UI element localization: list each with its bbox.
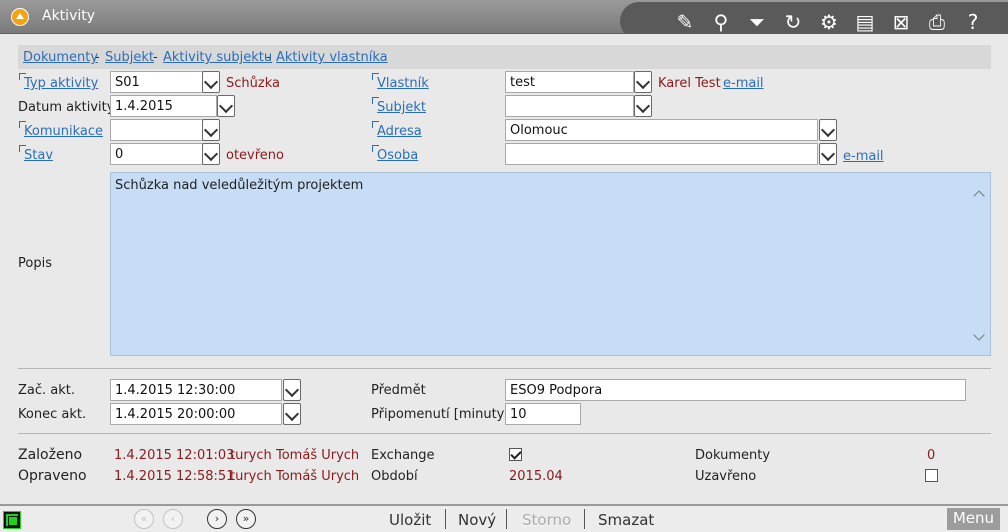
- obdobi-value: 2015.04: [509, 469, 563, 484]
- pripomenuti-label: Připomenutí [minuty]: [371, 407, 510, 422]
- zalozeno-name: Tomáš Urych: [276, 448, 360, 463]
- obdobi-label: Období: [371, 469, 418, 484]
- komunikace-dropdown-button[interactable]: [202, 119, 220, 141]
- komunikace-label[interactable]: Komunikace: [19, 121, 103, 139]
- delete-button[interactable]: Smazat: [598, 511, 654, 529]
- footer-bar: « ‹ › » Uložit Nový Storno Smazat Menu: [0, 504, 1008, 532]
- search-icon[interactable]: ⚲: [708, 10, 734, 34]
- uzavreno-checkbox[interactable]: [925, 469, 938, 482]
- link-separator: -: [95, 50, 100, 65]
- stav-input[interactable]: 0: [110, 143, 203, 165]
- stav-dropdown-button[interactable]: [202, 143, 220, 165]
- vlastnik-dropdown-button[interactable]: [634, 71, 652, 93]
- opraveno-name: Tomáš Urych: [276, 469, 360, 484]
- komunikace-input[interactable]: [110, 119, 203, 141]
- osoba-dropdown-button[interactable]: [819, 143, 837, 165]
- opraveno-date: 1.4.2015 12:58:51: [114, 469, 235, 484]
- zalozeno-date: 1.4.2015 12:01:03: [114, 448, 235, 463]
- help-icon[interactable]: ?: [960, 10, 986, 34]
- vlastnik-label[interactable]: Vlastník: [372, 73, 429, 91]
- menu-button[interactable]: Menu: [946, 508, 1000, 530]
- adresa-input[interactable]: Olomouc: [505, 119, 818, 141]
- scroll-up-icon[interactable]: [974, 189, 984, 199]
- app-up-arrow-icon[interactable]: [11, 8, 29, 26]
- popis-text: Schůzka nad veledůležitým projektem: [115, 178, 364, 193]
- popis-textarea[interactable]: Schůzka nad veledůležitým projektem: [110, 172, 991, 356]
- last-record-icon[interactable]: »: [236, 509, 256, 529]
- cancel-button[interactable]: Storno: [522, 511, 571, 529]
- dokumenty-label: Dokumenty: [695, 448, 771, 463]
- osoba-label[interactable]: Osoba: [371, 145, 418, 163]
- scroll-down-icon[interactable]: [974, 333, 984, 343]
- save-button[interactable]: Uložit: [389, 511, 431, 529]
- dokumenty-count: 0: [927, 448, 936, 463]
- zac-akt-dropdown-button[interactable]: [283, 379, 301, 401]
- status-indicator-icon: [3, 511, 21, 529]
- vlastnik-email-link[interactable]: e-mail: [723, 76, 764, 91]
- datum-aktivity-dropdown-button[interactable]: [217, 95, 235, 117]
- link-aktivity-vlastnika[interactable]: Aktivity vlastníka: [276, 50, 388, 65]
- print-icon[interactable]: ⎙: [924, 10, 950, 34]
- vlastnik-text: Karel Test: [658, 76, 721, 91]
- subjekt-dropdown-button[interactable]: [634, 95, 652, 117]
- zac-akt-label: Zač. akt.: [18, 383, 76, 398]
- exchange-checkbox[interactable]: [509, 448, 522, 461]
- popis-label: Popis: [18, 256, 52, 271]
- new-button[interactable]: Nový: [458, 511, 496, 529]
- osoba-input[interactable]: [505, 143, 818, 165]
- first-record-icon[interactable]: «: [134, 509, 154, 529]
- opraveno-label: Opraveno: [18, 468, 87, 484]
- form-area: Dokumenty - Subjekt - Aktivity subjektu …: [0, 34, 1008, 504]
- document-icon[interactable]: ▤: [852, 10, 878, 34]
- excel-icon[interactable]: ⊠: [888, 10, 914, 34]
- pripomenuti-input[interactable]: 10: [505, 403, 581, 425]
- link-subjekt[interactable]: Subjekt: [105, 50, 154, 65]
- konec-akt-label: Konec akt.: [18, 407, 87, 422]
- link-separator: -: [266, 50, 271, 65]
- osoba-email-link[interactable]: e-mail: [843, 149, 884, 164]
- datum-aktivity-label: Datum aktivity: [18, 100, 115, 115]
- refresh-icon[interactable]: ↻: [780, 10, 806, 34]
- predmet-label: Předmět: [371, 383, 426, 398]
- opraveno-user: turych: [230, 469, 272, 484]
- typ-aktivity-dropdown-button[interactable]: [202, 71, 220, 93]
- konec-akt-input[interactable]: 1.4.2015 20:00:00: [110, 403, 282, 425]
- button-separator: [506, 509, 507, 529]
- subjekt-input[interactable]: [505, 95, 634, 117]
- zalozeno-label: Založeno: [18, 447, 83, 463]
- adresa-label[interactable]: Adresa: [372, 121, 422, 139]
- user-settings-icon[interactable]: ⚙: [816, 10, 842, 34]
- konec-akt-dropdown-button[interactable]: [283, 403, 301, 425]
- divider: [18, 433, 991, 434]
- button-separator: [445, 509, 446, 529]
- predmet-input[interactable]: ESO9 Podpora: [505, 379, 966, 401]
- typ-aktivity-text: Schůzka: [226, 76, 280, 91]
- link-aktivity-subjektu[interactable]: Aktivity subjektu: [163, 50, 272, 65]
- link-separator: -: [153, 50, 158, 65]
- vlastnik-input[interactable]: test: [505, 71, 634, 93]
- related-links-bar: Dokumenty - Subjekt - Aktivity subjektu …: [18, 45, 991, 69]
- button-separator: [584, 509, 585, 529]
- adresa-dropdown-button[interactable]: [819, 119, 837, 141]
- subjekt-label[interactable]: Subjekt: [372, 97, 426, 115]
- filter-icon[interactable]: ⏷: [744, 10, 770, 34]
- previous-record-icon[interactable]: ‹: [163, 509, 183, 529]
- uzavreno-label: Uzavřeno: [695, 469, 757, 484]
- typ-aktivity-input[interactable]: S01: [110, 71, 203, 93]
- zalozeno-user: turych: [230, 448, 272, 463]
- typ-aktivity-label[interactable]: Typ aktivity: [18, 73, 98, 91]
- edit-doc-icon[interactable]: ✎: [672, 10, 698, 34]
- exchange-label: Exchange: [371, 448, 435, 463]
- link-dokumenty[interactable]: Dokumenty: [23, 50, 98, 65]
- divider: [18, 368, 991, 369]
- stav-text: otevřeno: [226, 148, 284, 163]
- datum-aktivity-input[interactable]: 1.4.2015: [110, 95, 217, 117]
- zac-akt-input[interactable]: 1.4.2015 12:30:00: [110, 379, 282, 401]
- stav-label[interactable]: Stav: [18, 145, 53, 163]
- next-record-icon[interactable]: ›: [207, 509, 227, 529]
- window-title: Aktivity: [42, 8, 96, 24]
